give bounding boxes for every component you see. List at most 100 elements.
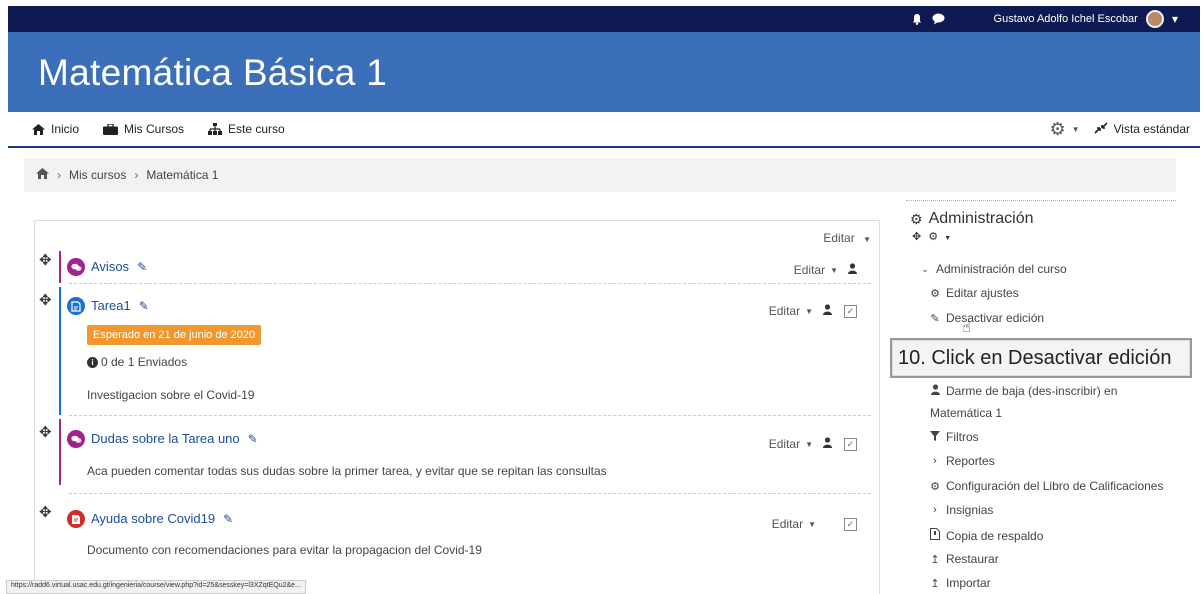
completion-checkbox[interactable]: ✓ [844, 517, 857, 531]
home-icon [32, 123, 45, 135]
activity-link[interactable]: Tarea1 ✎ [91, 298, 149, 313]
admin-item-importar[interactable]: ↥ Importar [928, 576, 990, 590]
chat-icon[interactable] [932, 12, 946, 26]
admin-item-insignias[interactable]: › Insignias [928, 503, 993, 517]
breadcrumb-separator: › [57, 168, 61, 182]
forum-icon [67, 258, 85, 276]
hand-cursor-icon: ☝ [962, 318, 972, 336]
status-url: https://radd6.virtual.usac.edu.gt/ingeni… [6, 580, 306, 594]
bell-icon[interactable] [910, 12, 924, 26]
edit-label: Editar [768, 437, 801, 451]
chevron-down-icon: ▼ [830, 265, 838, 275]
admin-section-label: Administración del curso [936, 262, 1067, 276]
user-icon[interactable] [848, 263, 857, 277]
nav-este-curso[interactable]: Este curso [208, 122, 285, 136]
forum-icon [67, 430, 85, 448]
home-icon[interactable] [36, 168, 49, 182]
admin-item-darme-de-baja[interactable]: Darme de baja (des-inscribir) en [928, 384, 1117, 398]
admin-item-restaurar[interactable]: ↥ Restaurar [928, 552, 999, 566]
settings-gear-icon[interactable]: ⚙ [1049, 119, 1065, 140]
user-menu-caret-icon[interactable]: ▼ [1172, 15, 1178, 24]
edit-label: Editar [768, 304, 801, 318]
nav-mis-cursos-label: Mis Cursos [124, 122, 185, 136]
submission-status: i 0 de 1 Enviados [87, 355, 187, 369]
move-icon[interactable]: ✥ [39, 291, 52, 309]
briefcase-icon [103, 123, 119, 135]
move-icon[interactable]: ✥ [39, 423, 52, 441]
nav-inicio-label: Inicio [51, 122, 80, 136]
course-banner: Matemática Básica 1 [8, 32, 1200, 112]
breadcrumb: › Mis cursos › Matemática 1 [24, 158, 1176, 192]
breadcrumb-separator: › [134, 168, 139, 182]
pencil-icon[interactable]: ✎ [248, 432, 258, 446]
chevron-down-icon: ▼ [863, 235, 871, 244]
activity-description: Documento con recomendaciones para evita… [87, 543, 482, 557]
page-title: Matemática Básica 1 [38, 52, 388, 93]
pencil-icon[interactable]: ✎ [139, 299, 149, 313]
level-up-icon: ↥ [930, 553, 940, 566]
activity-edit-menu[interactable]: Editar ▼ ✓ [769, 304, 857, 318]
filter-icon [928, 430, 942, 444]
admin-item-reportes[interactable]: › Reportes [928, 454, 995, 468]
pencil-icon[interactable]: ✎ [137, 260, 147, 274]
move-icon[interactable]: ✥ [39, 251, 52, 269]
completion-checkbox[interactable]: ✓ [844, 437, 857, 451]
completion-checkbox[interactable]: ✓ [844, 304, 857, 318]
activity-link[interactable]: Dudas sobre la Tarea uno ✎ [91, 431, 258, 446]
activity-row-tarea1: ✥ Tarea1 ✎ Editar ▼ ✓ Esperado en 21 de ju… [35, 287, 875, 415]
gear-icon: ⚙ [930, 287, 940, 300]
submission-count: 0 de 1 Enviados [101, 355, 188, 369]
block-heading: ⚙ Administración [910, 210, 1034, 228]
section-edit-menu[interactable]: Editar ▼ [823, 231, 871, 245]
activity-description: Aca pueden comentar todas sus dudas sobr… [87, 464, 607, 478]
activity-edit-menu[interactable]: Editar ▼ ✓ [769, 437, 857, 451]
activity-indicator [59, 419, 61, 485]
breadcrumb-mis-cursos[interactable]: Mis cursos [69, 168, 126, 182]
nav-mis-cursos[interactable]: Mis Cursos [103, 122, 184, 136]
nav-inicio[interactable]: Inicio [32, 122, 79, 136]
vista-estandar-link[interactable]: Vista estándar [1114, 122, 1191, 136]
activity-edit-menu[interactable]: Editar ▼ [794, 263, 857, 277]
admin-item-filtros[interactable]: Filtros [928, 430, 979, 444]
activity-link[interactable]: Ayuda sobre Covid19 ✎ [91, 511, 233, 526]
activity-link[interactable]: Avisos ✎ [91, 259, 147, 274]
gear-icon[interactable]: ⚙ [928, 231, 938, 243]
level-up-icon: ↥ [930, 577, 940, 590]
admin-item-config-calificaciones[interactable]: ⚙ Configuración del Libro de Calificacio… [928, 479, 1163, 493]
sitemap-icon [208, 123, 223, 135]
divider [69, 415, 871, 416]
move-icon[interactable]: ✥ [39, 503, 52, 521]
pencil-icon[interactable]: ✎ [223, 512, 233, 526]
activity-title: Dudas sobre la Tarea uno [91, 431, 240, 446]
activity-row-dudas: ✥ Dudas sobre la Tarea uno ✎ Editar ▼ ✓ Ac… [35, 419, 875, 485]
admin-item-label: Configuración del Libro de Calificacione… [946, 479, 1164, 493]
admin-section-toggle[interactable]: ⌄ Administración del curso [918, 262, 1067, 276]
chevron-down-icon[interactable]: ▼ [1072, 125, 1080, 134]
admin-item-label: Darme de baja (des-inscribir) en [946, 384, 1118, 398]
admin-item-desactivar-edicion[interactable]: ✎ Desactivar edición [928, 311, 1044, 325]
user-name[interactable]: Gustavo Adolfo Ichel Escobar [994, 13, 1138, 25]
user-icon[interactable] [823, 304, 832, 318]
pdf-icon [67, 510, 85, 528]
divider [69, 493, 871, 494]
activity-indicator [59, 287, 61, 415]
move-icon[interactable]: ✥ [912, 231, 921, 243]
admin-item-label: Filtros [946, 430, 979, 444]
admin-item-editar-ajustes[interactable]: ⚙ Editar ajustes [928, 286, 1019, 300]
top-navbar: Gustavo Adolfo Ichel Escobar ▼ [8, 6, 1200, 32]
user-icon[interactable] [823, 437, 832, 451]
chevron-down-icon: ▼ [805, 306, 813, 316]
activity-row-avisos: ✥ Avisos ✎ Editar ▼ [35, 251, 875, 283]
gears-icon: ⚙ [910, 210, 923, 227]
breadcrumb-course[interactable]: Matemática 1 [146, 168, 218, 182]
block-title: Administración [928, 210, 1034, 227]
chevron-down-icon[interactable]: ▼ [944, 235, 951, 242]
admin-item-copia-respaldo[interactable]: Copia de respaldo [928, 528, 1043, 543]
admin-item-course-name[interactable]: Matemática 1 [930, 406, 1002, 420]
due-date-badge: Esperado en 21 de junio de 2020 [87, 325, 262, 345]
admin-item-label: Restaurar [946, 552, 999, 566]
activity-row-ayuda: ✥ Ayuda sobre Covid19 ✎ Editar ▼ ✓ Documen… [35, 499, 875, 569]
activity-edit-menu[interactable]: Editar ▼ ✓ [772, 517, 857, 531]
avatar[interactable] [1145, 10, 1164, 28]
divider [906, 200, 1176, 201]
